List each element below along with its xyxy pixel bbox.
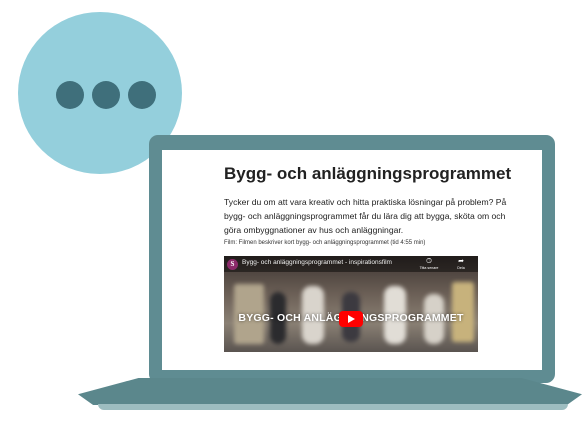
watch-later-button[interactable]: 🕓︎ Titta senare <box>418 258 440 271</box>
channel-logo[interactable]: S <box>227 259 238 270</box>
intro-text: Tycker du om att vara kreativ och hitta … <box>224 197 507 235</box>
watch-later-label: Titta senare <box>419 266 439 270</box>
play-button[interactable] <box>339 311 363 327</box>
share-button[interactable]: ➦ Dela <box>450 258 472 271</box>
share-arrow-icon: ➦ <box>458 258 464 265</box>
laptop-base-edge <box>98 404 568 410</box>
page-title: Bygg- och anläggningsprogrammet <box>224 164 512 183</box>
video-player[interactable]: S Bygg- och anläggningsprogrammet - insp… <box>224 256 478 352</box>
bubble-dot-3 <box>128 81 156 109</box>
video-top-bar: S Bygg- och anläggningsprogrammet - insp… <box>224 256 478 272</box>
video-caption: Film: Filmen beskriver kort bygg- och an… <box>224 240 426 246</box>
bubble-dot-1 <box>56 81 84 109</box>
laptop-screen: Bygg- och anläggningsprogrammet Tycker d… <box>162 150 542 370</box>
share-label: Dela <box>457 266 465 270</box>
video-title[interactable]: Bygg- och anläggningsprogrammet - inspir… <box>242 259 392 266</box>
bubble-dot-2 <box>92 81 120 109</box>
clock-icon: 🕓︎ <box>426 258 432 265</box>
laptop-base <box>78 378 582 405</box>
